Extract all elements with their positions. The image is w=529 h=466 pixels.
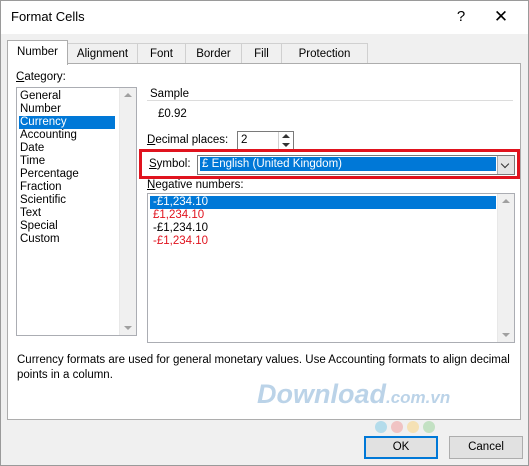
category-item-general[interactable]: General	[19, 90, 61, 103]
scroll-up-icon[interactable]	[502, 199, 510, 203]
close-icon[interactable]: ✕	[487, 5, 515, 29]
negative-numbers-label: Negative numbers:	[147, 179, 244, 191]
category-item-custom[interactable]: Custom	[19, 233, 60, 246]
scroll-down-icon[interactable]	[502, 333, 510, 337]
cancel-button[interactable]: Cancel	[449, 436, 523, 459]
category-item-date[interactable]: Date	[19, 142, 44, 155]
negative-numbers-list[interactable]: -£1,234.10 £1,234.10 -£1,234.10 -£1,234.…	[147, 193, 515, 343]
symbol-selected-value[interactable]: £ English (United Kingdom)	[200, 157, 496, 171]
decimal-places-stepper[interactable]: 2	[237, 131, 294, 151]
format-cells-dialog: Format Cells ? ✕ Number Alignment Font B…	[0, 0, 529, 466]
category-item-scientific[interactable]: Scientific	[19, 194, 66, 207]
help-icon[interactable]: ?	[447, 5, 475, 29]
download-watermark: Download.com.vn	[257, 379, 451, 409]
scroll-up-icon[interactable]	[124, 93, 132, 97]
sample-value: £0.92	[158, 108, 187, 120]
negative-item-1[interactable]: -£1,234.10	[150, 196, 496, 209]
sample-label: Sample	[150, 88, 189, 100]
stepper-buttons[interactable]	[278, 132, 293, 150]
symbol-label: Symbol:	[149, 158, 191, 170]
decimal-places-label: Decimal places:	[147, 134, 229, 146]
chevron-down-icon[interactable]	[497, 156, 514, 174]
watermark-dot	[423, 421, 435, 433]
negative-item-3[interactable]: -£1,234.10	[150, 222, 496, 235]
symbol-dropdown[interactable]: £ English (United Kingdom)	[197, 155, 515, 175]
category-label: Category:	[16, 71, 66, 83]
negative-item-2[interactable]: £1,234.10	[150, 209, 496, 222]
watermark-dot	[407, 421, 419, 433]
category-item-percentage[interactable]: Percentage	[19, 168, 79, 181]
category-item-fraction[interactable]: Fraction	[19, 181, 62, 194]
ok-button[interactable]: OK	[364, 436, 438, 459]
watermark-dot	[375, 421, 387, 433]
category-item-currency[interactable]: Currency	[19, 116, 115, 129]
tab-font[interactable]: Font	[137, 43, 186, 64]
tab-protection[interactable]: Protection	[281, 43, 368, 64]
tab-fill[interactable]: Fill	[241, 43, 282, 64]
tab-border[interactable]: Border	[185, 43, 242, 64]
title-bar: Format Cells ? ✕	[1, 1, 528, 34]
category-item-text[interactable]: Text	[19, 207, 41, 220]
tab-alignment[interactable]: Alignment	[67, 43, 138, 64]
increment-icon[interactable]	[282, 134, 290, 138]
tab-number[interactable]: Number	[7, 40, 68, 65]
watermark-dot	[391, 421, 403, 433]
scroll-down-icon[interactable]	[124, 326, 132, 330]
category-scrollbar[interactable]	[119, 88, 136, 335]
category-list[interactable]: General Number Currency Accounting Date …	[16, 87, 137, 336]
category-item-number[interactable]: Number	[19, 103, 61, 116]
dialog-title: Format Cells	[11, 9, 85, 24]
decimal-places-value[interactable]: 2	[241, 134, 247, 146]
decrement-icon[interactable]	[282, 143, 290, 147]
negative-item-4[interactable]: -£1,234.10	[150, 235, 496, 248]
negative-numbers-scrollbar[interactable]	[497, 194, 514, 342]
category-item-accounting[interactable]: Accounting	[19, 129, 77, 142]
category-item-special[interactable]: Special	[19, 220, 58, 233]
sample-group	[147, 100, 513, 127]
category-item-time[interactable]: Time	[19, 155, 45, 168]
